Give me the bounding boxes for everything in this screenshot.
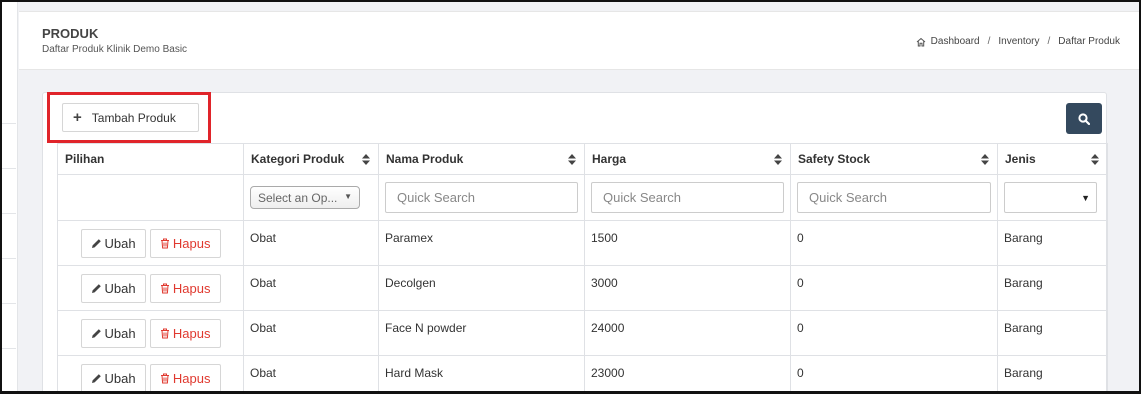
cell-nama-produk: Paramex bbox=[378, 220, 585, 266]
caret-down-icon: ▼ bbox=[1081, 193, 1090, 203]
cell-jenis: Barang bbox=[997, 265, 1108, 311]
trash-icon bbox=[160, 283, 169, 294]
add-product-label: Tambah Produk bbox=[91, 110, 176, 125]
sort-icon bbox=[568, 154, 576, 165]
category-filter-select[interactable]: Select an Op... ▼ bbox=[250, 186, 360, 209]
safety-stock-quick-search-input[interactable] bbox=[797, 182, 991, 213]
column-header-kategori[interactable]: Kategori Produk bbox=[243, 143, 379, 175]
page-title: PRODUK bbox=[42, 26, 99, 41]
product-table: Pilihan Kategori Produk Nama Produk Harg… bbox=[57, 143, 1108, 391]
delete-button[interactable]: Hapus bbox=[149, 274, 221, 303]
trash-icon bbox=[160, 328, 169, 339]
filter-cell-harga bbox=[584, 174, 791, 221]
filter-cell-kategori: Select an Op... ▼ bbox=[243, 174, 379, 221]
cell-kategori: Obat bbox=[243, 310, 379, 356]
edit-button[interactable]: Ubah bbox=[80, 229, 146, 258]
row-actions: Ubah Hapus bbox=[57, 265, 244, 311]
delete-button[interactable]: Hapus bbox=[149, 229, 221, 258]
row-actions: Ubah Hapus bbox=[57, 310, 244, 356]
breadcrumb-inventory[interactable]: Inventory bbox=[998, 36, 1039, 47]
row-actions: Ubah Hapus bbox=[57, 220, 244, 266]
filter-cell-safety-stock bbox=[790, 174, 998, 221]
column-header-harga[interactable]: Harga bbox=[584, 143, 791, 175]
search-icon bbox=[1078, 112, 1090, 125]
edit-button[interactable]: Ubah bbox=[80, 274, 146, 303]
edit-button[interactable]: Ubah bbox=[80, 364, 146, 391]
cell-nama-produk: Decolgen bbox=[378, 265, 585, 311]
trash-icon bbox=[160, 238, 169, 249]
cell-safety-stock: 0 bbox=[790, 220, 998, 266]
column-header-pilihan: Pilihan bbox=[57, 143, 244, 175]
table-row: Ubah Hapus Obat Paramex 1500 0 Barang bbox=[57, 220, 1108, 266]
cell-safety-stock: 0 bbox=[790, 355, 998, 391]
filter-cell-empty bbox=[57, 174, 244, 221]
cell-jenis: Barang bbox=[997, 310, 1108, 356]
pencil-icon bbox=[91, 329, 101, 338]
delete-button[interactable]: Hapus bbox=[149, 364, 221, 391]
breadcrumb-dashboard[interactable]: Dashboard bbox=[931, 36, 980, 47]
table-row: Ubah Hapus Obat Hard Mask 23000 0 Barang bbox=[57, 355, 1108, 391]
cell-kategori: Obat bbox=[243, 355, 379, 391]
breadcrumb-separator: / bbox=[987, 36, 991, 47]
pencil-icon bbox=[91, 239, 101, 248]
page-header: PRODUK Daftar Produk Klinik Demo Basic D… bbox=[19, 11, 1139, 70]
category-filter-placeholder: Select an Op... bbox=[258, 190, 338, 205]
caret-down-icon: ▼ bbox=[344, 192, 352, 201]
trash-icon bbox=[160, 373, 169, 384]
pencil-icon bbox=[91, 284, 101, 293]
cell-jenis: Barang bbox=[997, 220, 1108, 266]
filter-cell-nama bbox=[378, 174, 585, 221]
breadcrumb-current: Daftar Produk bbox=[1058, 36, 1120, 47]
add-product-button[interactable]: + Tambah Produk bbox=[62, 103, 199, 132]
sort-icon bbox=[981, 154, 989, 165]
cell-kategori: Obat bbox=[243, 265, 379, 311]
plus-icon: + bbox=[73, 109, 82, 126]
cell-harga: 3000 bbox=[584, 265, 791, 311]
product-card: + Tambah Produk Pilihan Kategori Produk … bbox=[42, 92, 1108, 391]
column-header-nama[interactable]: Nama Produk bbox=[378, 143, 585, 175]
nama-quick-search-input[interactable] bbox=[385, 182, 578, 213]
sort-icon bbox=[774, 154, 782, 165]
pencil-icon bbox=[91, 374, 101, 383]
edit-button[interactable]: Ubah bbox=[80, 319, 146, 348]
cell-harga: 23000 bbox=[584, 355, 791, 391]
search-button[interactable] bbox=[1066, 103, 1102, 134]
cell-harga: 1500 bbox=[584, 220, 791, 266]
page-subtitle: Daftar Produk Klinik Demo Basic bbox=[42, 44, 188, 55]
column-header-jenis[interactable]: Jenis bbox=[997, 143, 1108, 175]
sort-icon bbox=[362, 154, 370, 165]
harga-quick-search-input[interactable] bbox=[591, 182, 784, 213]
cell-safety-stock: 0 bbox=[790, 265, 998, 311]
row-actions: Ubah Hapus bbox=[57, 355, 244, 391]
table-header-row: Pilihan Kategori Produk Nama Produk Harg… bbox=[57, 143, 1108, 175]
app-window: PRODUK Daftar Produk Klinik Demo Basic D… bbox=[0, 0, 1141, 394]
cell-jenis: Barang bbox=[997, 355, 1108, 391]
cell-kategori: Obat bbox=[243, 220, 379, 266]
cell-safety-stock: 0 bbox=[790, 310, 998, 356]
column-header-safety-stock[interactable]: Safety Stock bbox=[790, 143, 998, 175]
breadcrumb: Dashboard / Inventory / Daftar Produk bbox=[916, 36, 1120, 47]
jenis-filter-select[interactable]: ▼ bbox=[1004, 182, 1097, 213]
cell-harga: 24000 bbox=[584, 310, 791, 356]
filter-row: Select an Op... ▼ ▼ bbox=[57, 174, 1108, 221]
left-sidebar-edge bbox=[2, 2, 18, 391]
cell-nama-produk: Face N powder bbox=[378, 310, 585, 356]
table-row: Ubah Hapus Obat Decolgen 3000 0 Barang bbox=[57, 265, 1108, 311]
sort-icon bbox=[1091, 154, 1099, 165]
filter-cell-jenis: ▼ bbox=[997, 174, 1108, 221]
delete-button[interactable]: Hapus bbox=[149, 319, 221, 348]
home-icon bbox=[916, 37, 926, 46]
cell-nama-produk: Hard Mask bbox=[378, 355, 585, 391]
table-row: Ubah Hapus Obat Face N powder 24000 0 Ba… bbox=[57, 310, 1108, 356]
breadcrumb-separator: / bbox=[1047, 36, 1051, 47]
